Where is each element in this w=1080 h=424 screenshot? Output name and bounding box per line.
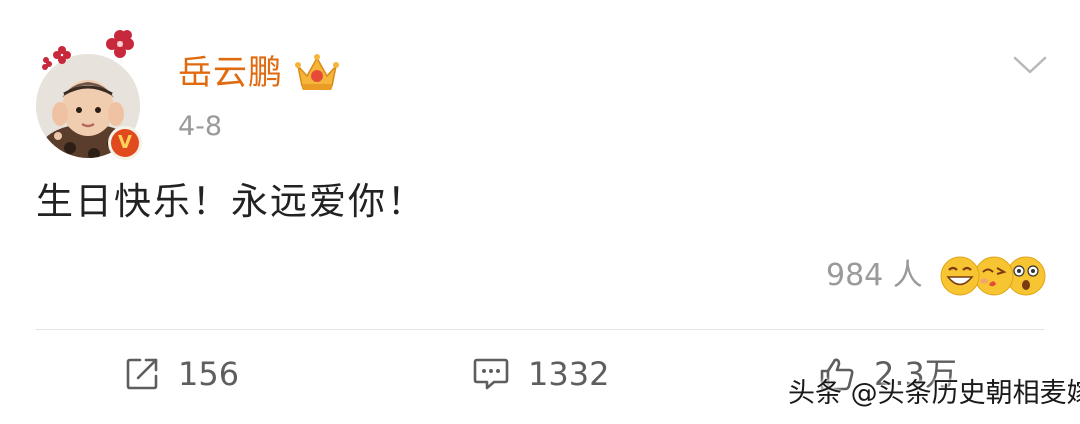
vip-crown-icon[interactable] bbox=[294, 52, 340, 94]
repost-icon bbox=[126, 358, 158, 390]
username[interactable]: 岳云鹏 bbox=[178, 50, 283, 96]
reaction-count[interactable]: 984 人 bbox=[826, 256, 923, 296]
watermark-text: 头条 @头条历史朝相麦嫁 bbox=[788, 378, 1080, 409]
repost-count: 156 bbox=[178, 355, 240, 393]
post-text: 生日快乐！永远爱你！ bbox=[36, 180, 426, 223]
grinning-face-icon bbox=[940, 256, 980, 296]
reaction-emojis[interactable] bbox=[938, 254, 1048, 298]
verified-badge-icon: V bbox=[108, 126, 142, 160]
kissing-face-icon bbox=[974, 256, 1014, 296]
avatar-container[interactable]: V bbox=[36, 30, 146, 160]
weibo-post-card: V 岳云鹏 4-8 生日快乐！永远爱你！ 984 人 156 1332 2.3万… bbox=[0, 0, 1080, 424]
flower-stickers-icon bbox=[42, 30, 134, 70]
comment-count: 1332 bbox=[528, 355, 610, 393]
chevron-down-icon[interactable] bbox=[1012, 54, 1048, 76]
repost-button[interactable]: 156 bbox=[124, 354, 239, 394]
comment-icon bbox=[473, 358, 509, 390]
comment-button[interactable]: 1332 bbox=[472, 354, 609, 394]
divider bbox=[36, 329, 1044, 330]
post-date: 4-8 bbox=[178, 111, 223, 142]
